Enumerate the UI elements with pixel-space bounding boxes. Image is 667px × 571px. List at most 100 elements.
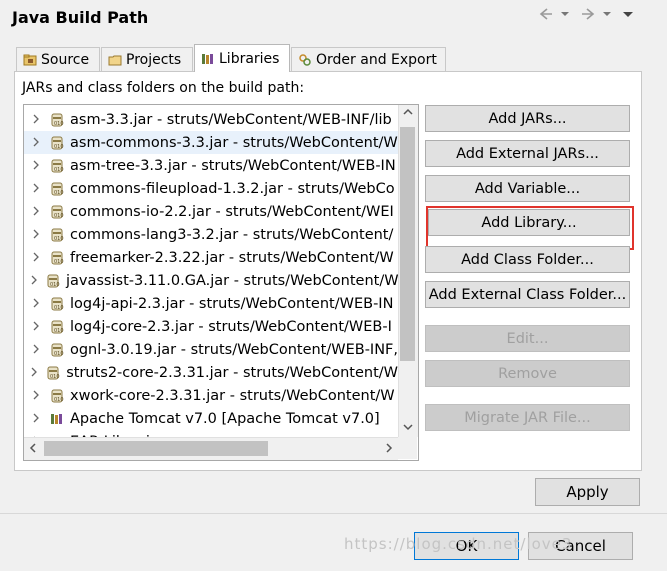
chevron-right-icon[interactable] (30, 228, 42, 242)
svg-text:010: 010 (54, 259, 64, 265)
chevron-right-icon[interactable] (30, 389, 42, 403)
tree-row[interactable]: 010 asm-commons-3.3.jar - struts/WebConte… (24, 131, 398, 154)
add-jars-button[interactable]: Add JARs... (425, 105, 630, 132)
svg-text:010: 010 (54, 236, 64, 242)
chevron-right-icon[interactable] (30, 320, 42, 334)
svg-text:010: 010 (54, 167, 64, 173)
svg-text:010: 010 (54, 397, 64, 403)
jar-icon: 010 (50, 227, 64, 243)
add-class-folder-button[interactable]: Add Class Folder... (425, 246, 630, 273)
tree-row[interactable]: Apache Tomcat v7.0 [Apache Tomcat v7.0] (24, 407, 398, 430)
svg-text:010: 010 (50, 282, 60, 288)
apply-button[interactable]: Apply (535, 478, 640, 506)
migrate-jar-button[interactable]: Migrate JAR File... (425, 404, 630, 431)
tree-row[interactable]: 010 freemarker-2.3.22.jar - struts/WebCon… (24, 246, 398, 269)
tree-row-label: ognl-3.0.19.jar - struts/WebContent/WEB-… (69, 341, 398, 358)
forward-arrow-icon[interactable] (580, 6, 596, 26)
chevron-right-icon[interactable] (30, 205, 42, 219)
tree-row-label: Apache Tomcat v7.0 [Apache Tomcat v7.0] (70, 410, 380, 427)
build-path-label: JARs and class folders on the build path… (22, 80, 305, 96)
svg-text:010: 010 (54, 190, 64, 196)
jar-icon: 010 (50, 250, 64, 266)
tree-row[interactable]: 010 struts2-core-2.3.31.jar - struts/WebC… (24, 361, 398, 384)
chevron-right-icon[interactable] (30, 159, 42, 173)
chevron-right-icon[interactable] (30, 136, 42, 150)
jar-icon: 010 (50, 135, 64, 151)
tree-row[interactable]: 010 log4j-core-2.3.jar - struts/WebConten… (24, 315, 398, 338)
jar-icon: 010 (50, 158, 64, 174)
scroll-up-icon[interactable] (400, 107, 415, 120)
jar-icon: 010 (50, 319, 64, 335)
tree-row-label: asm-3.3.jar - struts/WebContent/WEB-INF/… (70, 111, 392, 128)
back-dropdown-icon[interactable] (560, 6, 570, 26)
svg-text:010: 010 (54, 144, 64, 150)
tree-row[interactable]: 010 commons-io-2.2.jar - struts/WebConten… (24, 200, 398, 223)
forward-dropdown-icon[interactable] (602, 6, 612, 26)
vertical-scroll-thumb[interactable] (400, 127, 415, 361)
add-external-jars-button[interactable]: Add External JARs... (425, 140, 630, 167)
scroll-left-icon[interactable] (28, 443, 38, 456)
svg-text:010: 010 (50, 374, 60, 380)
page-title: Java Build Path (12, 8, 149, 27)
tree-row[interactable]: 010 asm-3.3.jar - struts/WebContent/WEB-I… (24, 108, 398, 131)
tree-row-label: asm-commons-3.3.jar - struts/WebContent/… (70, 134, 398, 151)
tab-projects[interactable]: Projects (101, 47, 193, 71)
tree-row-label: xwork-core-2.3.31.jar - struts/WebConten… (70, 387, 395, 404)
source-folder-icon (23, 53, 37, 67)
chevron-right-icon[interactable] (30, 274, 38, 288)
view-menu-icon[interactable] (622, 6, 634, 26)
tab-source[interactable]: Source (16, 47, 100, 71)
jar-icon: 010 (50, 204, 64, 220)
build-path-tree[interactable]: 010 asm-3.3.jar - struts/WebContent/WEB-I… (23, 104, 419, 461)
tree-row-label: commons-lang3-3.2.jar - struts/WebConten… (70, 226, 394, 243)
tree-row[interactable]: 010 xwork-core-2.3.31.jar - struts/WebCon… (24, 384, 398, 407)
order-export-icon (298, 53, 312, 67)
chevron-right-icon[interactable] (30, 366, 38, 380)
svg-text:010: 010 (54, 351, 64, 357)
tab-projects-label: Projects (126, 51, 182, 68)
chevron-right-icon[interactable] (30, 412, 42, 426)
tree-row-label: asm-tree-3.3.jar - struts/WebContent/WEB… (70, 157, 396, 174)
tree-row-label: struts2-core-2.3.31.jar - struts/WebCont… (66, 364, 398, 381)
tree-row-label: freemarker-2.3.22.jar - struts/WebConten… (70, 249, 394, 266)
edit-button[interactable]: Edit... (425, 325, 630, 352)
chevron-right-icon[interactable] (30, 113, 42, 127)
add-external-class-folder-button[interactable]: Add External Class Folder... (425, 281, 630, 308)
chevron-right-icon[interactable] (30, 343, 42, 357)
tree-row[interactable]: 010 ognl-3.0.19.jar - struts/WebContent/W… (24, 338, 398, 361)
scroll-right-icon[interactable] (384, 443, 394, 456)
jar-icon: 010 (50, 112, 64, 128)
tree-row[interactable]: 010 javassist-3.11.0.GA.jar - struts/WebC… (24, 269, 399, 292)
tree-row[interactable]: 010 asm-tree-3.3.jar - struts/WebContent/… (24, 154, 398, 177)
tree-row[interactable]: 010 commons-lang3-3.2.jar - struts/WebCon… (24, 223, 398, 246)
horizontal-scroll-thumb[interactable] (44, 441, 268, 456)
jar-icon: 010 (46, 273, 60, 289)
divider (0, 513, 667, 514)
jar-icon: 010 (50, 296, 64, 312)
chevron-right-icon[interactable] (30, 251, 42, 265)
scroll-down-icon[interactable] (400, 422, 415, 435)
highlight-box (426, 206, 634, 250)
tree-row-label: commons-io-2.2.jar - struts/WebContent/W… (70, 203, 394, 220)
jar-icon: 010 (46, 365, 60, 381)
library-icon (50, 411, 64, 427)
tree-row-label: commons-fileupload-1.3.2.jar - struts/We… (70, 180, 395, 197)
add-variable-button[interactable]: Add Variable... (425, 175, 630, 202)
tree-row[interactable]: 010 log4j-api-2.3.jar - struts/WebContent… (24, 292, 398, 315)
libraries-icon (201, 52, 215, 66)
tab-libraries[interactable]: Libraries (194, 44, 290, 72)
projects-icon (108, 53, 122, 67)
back-arrow-icon[interactable] (538, 6, 554, 26)
jar-icon: 010 (50, 342, 64, 358)
tree-row-label: log4j-core-2.3.jar - struts/WebContent/W… (70, 318, 392, 335)
tab-order-export[interactable]: Order and Export (291, 47, 446, 71)
svg-text:010: 010 (54, 213, 64, 219)
remove-button[interactable]: Remove (425, 360, 630, 387)
tab-libraries-label: Libraries (219, 50, 280, 67)
tree-row-label: log4j-api-2.3.jar - struts/WebContent/WE… (70, 295, 394, 312)
tab-order-export-label: Order and Export (316, 51, 437, 68)
scroll-corner (398, 437, 417, 459)
chevron-right-icon[interactable] (30, 297, 42, 311)
chevron-right-icon[interactable] (30, 182, 42, 196)
tree-row[interactable]: 010 commons-fileupload-1.3.2.jar - struts… (24, 177, 398, 200)
